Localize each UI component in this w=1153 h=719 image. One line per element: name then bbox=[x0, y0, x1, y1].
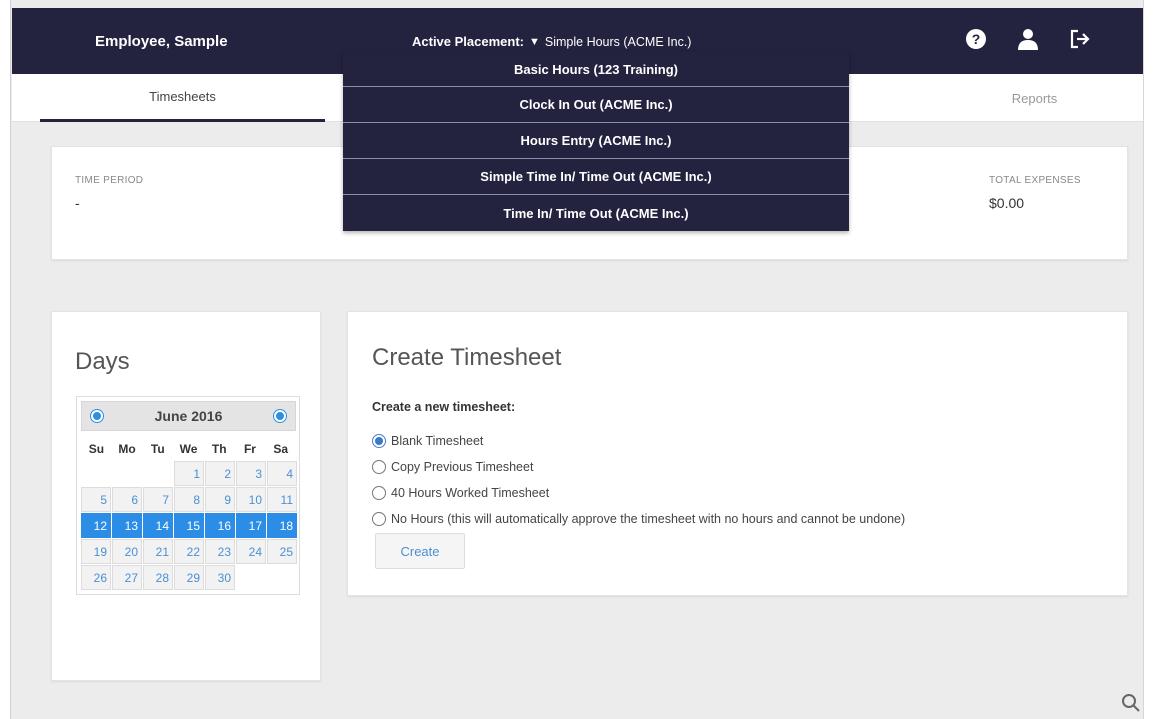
calendar-day[interactable]: 24 bbox=[236, 539, 266, 564]
option-40-hours[interactable]: 40 Hours Worked Timesheet bbox=[372, 480, 905, 506]
days-card: Days June 2016 Su Mo Tu We Th Fr Sa 1234567891… bbox=[51, 311, 321, 681]
calendar-day[interactable]: 17 bbox=[236, 513, 266, 538]
option-label: 40 Hours Worked Timesheet bbox=[391, 486, 550, 500]
calendar-day[interactable]: 14 bbox=[143, 513, 173, 538]
calendar-day[interactable]: 10 bbox=[236, 487, 266, 512]
calendar-day[interactable]: 15 bbox=[174, 513, 204, 538]
calendar: June 2016 Su Mo Tu We Th Fr Sa 1 2 3 4 5 6 7 8 9 10 11 12… bbox=[76, 396, 300, 595]
days-title: Days bbox=[75, 348, 130, 375]
option-label: Blank Timesheet bbox=[391, 434, 484, 448]
calendar-day[interactable]: 8 bbox=[174, 487, 204, 512]
calendar-day[interactable]: 21 bbox=[143, 539, 173, 564]
calendar-day[interactable]: 25 bbox=[267, 539, 297, 564]
calendar-day[interactable]: 28 bbox=[143, 565, 173, 590]
header-icons: ? bbox=[963, 26, 1093, 52]
calendar-day[interactable]: 16 bbox=[205, 513, 235, 538]
weekday-label: We bbox=[179, 442, 198, 456]
weekday-label: Tu bbox=[150, 442, 165, 456]
calendar-day[interactable]: 1 bbox=[174, 461, 204, 486]
calendar-header: June 2016 bbox=[81, 401, 296, 431]
calendar-day[interactable]: 27 bbox=[112, 565, 142, 590]
calendar-empty-cell bbox=[143, 461, 173, 486]
calendar-month: June 2016 bbox=[154, 408, 223, 424]
logout-icon[interactable] bbox=[1067, 26, 1093, 52]
create-subtitle: Create a new timesheet: bbox=[372, 400, 516, 414]
calendar-weekdays: Su Mo Tu We Th Fr Sa bbox=[81, 437, 296, 461]
radio-blank[interactable] bbox=[372, 434, 386, 448]
calendar-empty-cell bbox=[112, 461, 142, 486]
placement-option-basic-hours[interactable]: Basic Hours (123 Training) bbox=[343, 52, 849, 87]
calendar-day[interactable]: 23 bbox=[205, 539, 235, 564]
calendar-day[interactable]: 19 bbox=[81, 539, 111, 564]
timesheet-options: Blank Timesheet Copy Previous Timesheet … bbox=[372, 428, 905, 532]
placement-option-hours-entry[interactable]: Hours Entry (ACME Inc.) bbox=[343, 123, 849, 159]
calendar-day[interactable]: 11 bbox=[267, 487, 297, 512]
option-label: No Hours (this will automatically approv… bbox=[391, 512, 906, 526]
user-icon[interactable] bbox=[1015, 26, 1041, 52]
tab-timesheets[interactable]: Timesheets bbox=[40, 74, 325, 122]
calendar-day[interactable]: 2 bbox=[205, 461, 235, 486]
placement-dropdown-menu: Basic Hours (123 Training) Clock In Out … bbox=[343, 52, 849, 231]
calendar-day[interactable]: 5 bbox=[81, 487, 111, 512]
option-no-hours[interactable]: No Hours (this will automatically approv… bbox=[372, 506, 905, 532]
time-period-label: TIME PERIOD bbox=[75, 175, 144, 186]
calendar-day[interactable]: 26 bbox=[81, 565, 111, 590]
svg-text:?: ? bbox=[972, 31, 981, 47]
calendar-empty-cell bbox=[81, 461, 111, 486]
placement-option-clock-in-out[interactable]: Clock In Out (ACME Inc.) bbox=[343, 87, 849, 123]
calendar-day[interactable]: 3 bbox=[236, 461, 266, 486]
weekday-label: Fr bbox=[243, 442, 256, 456]
help-icon[interactable]: ? bbox=[963, 26, 989, 52]
weekday-label: Su bbox=[88, 442, 105, 456]
calendar-day[interactable]: 13 bbox=[112, 513, 142, 538]
create-button[interactable]: Create bbox=[375, 533, 465, 569]
option-blank-timesheet[interactable]: Blank Timesheet bbox=[372, 428, 905, 454]
placement-value: Simple Hours (ACME Inc.) bbox=[544, 34, 692, 49]
calendar-day[interactable]: 22 bbox=[174, 539, 204, 564]
total-expenses-label: TOTAL EXPENSES bbox=[989, 175, 1081, 186]
radio-copy-previous[interactable] bbox=[372, 460, 386, 474]
left-frame-edge bbox=[0, 0, 11, 719]
calendar-day[interactable]: 30 bbox=[205, 565, 235, 590]
placement-label: Active Placement: bbox=[412, 34, 524, 49]
calendar-day[interactable]: 4 bbox=[267, 461, 297, 486]
option-label: Copy Previous Timesheet bbox=[391, 460, 534, 474]
radio-no-hours[interactable] bbox=[372, 512, 386, 526]
weekday-label: Th bbox=[211, 442, 227, 456]
time-period-value: - bbox=[75, 195, 80, 211]
placement-option-simple-time-in-out[interactable]: Simple Time In/ Time Out (ACME Inc.) bbox=[343, 159, 849, 195]
weekday-label: Mo bbox=[118, 442, 136, 456]
create-timesheet-card: Create Timesheet Create a new timesheet:… bbox=[347, 311, 1128, 596]
total-expenses-value: $0.00 bbox=[989, 195, 1025, 211]
prev-month-icon[interactable] bbox=[91, 410, 103, 422]
calendar-grid: 1 2 3 4 5 6 7 8 9 10 11 12 13 14 15 16 17 18 19 20 21 22 23 24 2… bbox=[81, 461, 297, 590]
user-name: Employee, Sample bbox=[95, 33, 228, 50]
placement-option-time-in-out[interactable]: Time In/ Time Out (ACME Inc.) bbox=[343, 195, 849, 231]
search-icon[interactable] bbox=[1121, 693, 1141, 713]
weekday-label: Sa bbox=[273, 442, 289, 456]
calendar-day[interactable]: 20 bbox=[112, 539, 142, 564]
option-copy-previous[interactable]: Copy Previous Timesheet bbox=[372, 454, 905, 480]
next-month-icon[interactable] bbox=[274, 410, 286, 422]
tab-reports[interactable]: Reports bbox=[892, 74, 1153, 122]
calendar-day[interactable]: 12 bbox=[81, 513, 111, 538]
active-placement-selector[interactable]: Active Placement: ▼ Simple Hours (ACME I… bbox=[412, 34, 691, 49]
calendar-day[interactable]: 18 bbox=[267, 513, 297, 538]
radio-40-hours[interactable] bbox=[372, 486, 386, 500]
calendar-day[interactable]: 29 bbox=[174, 565, 204, 590]
create-timesheet-title: Create Timesheet bbox=[372, 344, 562, 371]
calendar-day[interactable]: 7 bbox=[143, 487, 173, 512]
calendar-day[interactable]: 6 bbox=[112, 487, 142, 512]
calendar-day[interactable]: 9 bbox=[205, 487, 235, 512]
caret-down-icon: ▼ bbox=[529, 35, 540, 48]
